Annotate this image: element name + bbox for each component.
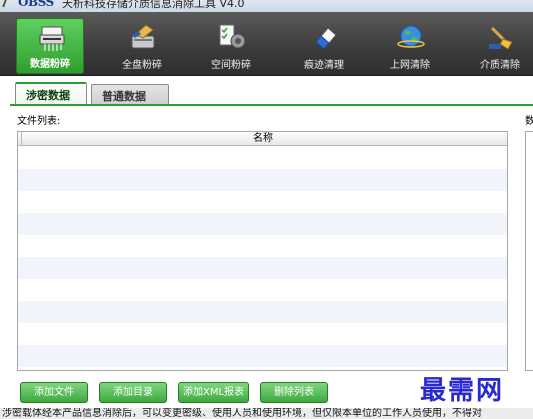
add-directory-button[interactable]: 添加目录 — [99, 382, 167, 403]
delete-list-button[interactable]: 删除列表 — [260, 382, 328, 403]
toolbar-full-disk-shred[interactable]: 全盘粉碎 — [108, 18, 176, 74]
list-row[interactable] — [18, 257, 507, 279]
app-logo: OBSS — [2, 0, 54, 9]
column-header-name[interactable]: 名称 — [23, 132, 503, 146]
toolbar-label: 介质清除 — [480, 60, 520, 71]
list-row[interactable] — [18, 345, 507, 367]
list-row[interactable] — [18, 323, 507, 345]
toolbar-label: 上网清除 — [390, 60, 430, 71]
toolbar-label: 空间粉碎 — [211, 60, 251, 71]
space-shred-icon — [219, 24, 246, 49]
toolbar-space-shred[interactable]: 空间粉碎 — [197, 18, 265, 74]
list-row[interactable] — [18, 279, 507, 301]
list-row[interactable] — [18, 213, 507, 235]
right-panel-label: 数 — [525, 116, 533, 127]
file-list[interactable]: 名称 — [17, 131, 508, 371]
list-rows — [18, 147, 507, 370]
header-select-column[interactable] — [18, 132, 22, 146]
status-bar: 涉密载体经本产品信息消除后，可以变更密级、使用人员和使用环境，但仅限本单位的工作… — [0, 408, 533, 419]
toolbar-media-clean[interactable]: 介质清除 — [466, 18, 533, 74]
tab-normal-data[interactable]: 普通数据 — [91, 84, 169, 105]
disk-shred-icon — [131, 24, 155, 49]
toolbar-trace-clean[interactable]: 痕迹清理 — [290, 18, 358, 74]
list-header: 名称 — [18, 132, 507, 146]
tab-classified-data[interactable]: 涉密数据 — [15, 82, 87, 105]
title-bar: OBSS 天析科技存储介质信息消除工具 V4.0 — [0, 0, 533, 12]
main-toolbar: 数据粉碎 全盘粉碎 空间粉碎 痕迹清理 上网清除 介质清除 — [0, 12, 533, 76]
status-text: 涉密载体经本产品信息消除后，可以变更密级、使用人员和使用环境，但仅限本单位的工作… — [2, 408, 482, 419]
right-panel — [525, 131, 533, 371]
list-row[interactable] — [18, 147, 507, 169]
toolbar-label: 数据粉碎 — [30, 59, 70, 70]
file-list-label: 文件列表: — [17, 116, 61, 127]
list-row[interactable] — [18, 235, 507, 257]
list-row[interactable] — [18, 191, 507, 213]
toolbar-data-shred[interactable]: 数据粉碎 — [16, 18, 84, 74]
add-file-button[interactable]: 添加文件 — [20, 382, 88, 403]
toolbar-label: 全盘粉碎 — [122, 60, 162, 71]
tab-strip: 涉密数据 普通数据 — [0, 77, 533, 107]
add-xml-report-button[interactable]: 添加XML报表 — [178, 382, 249, 403]
shredder-icon — [39, 26, 65, 51]
list-row[interactable] — [18, 301, 507, 323]
list-row[interactable] — [18, 169, 507, 191]
watermark: 最需网 — [420, 376, 505, 406]
toolbar-label: 痕迹清理 — [304, 60, 344, 71]
media-clean-icon — [489, 26, 513, 50]
eraser-icon — [315, 27, 337, 50]
window-title: 天析科技存储介质信息消除工具 V4.0 — [62, 0, 245, 10]
toolbar-internet-clean[interactable]: 上网清除 — [376, 18, 444, 74]
internet-globe-icon — [397, 25, 425, 48]
